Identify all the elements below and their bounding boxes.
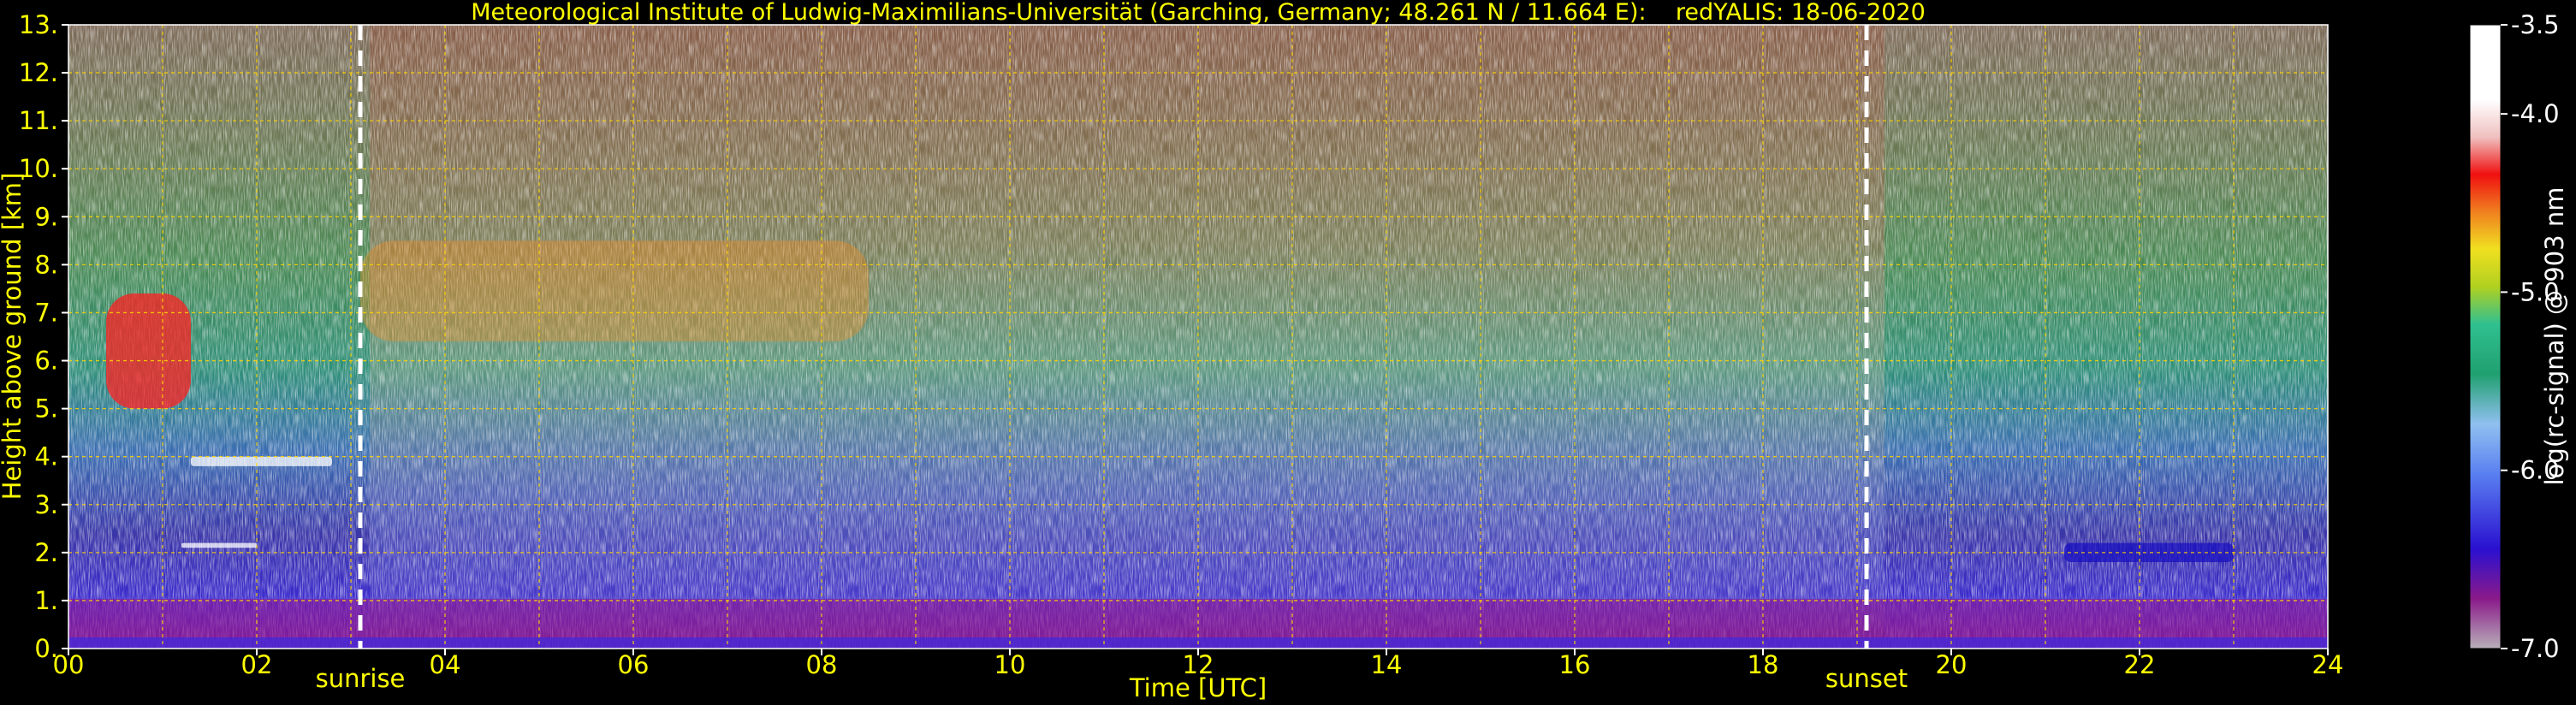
colorbar-label: log(rc-signal) @ 903 nm <box>2540 187 2569 486</box>
x-tick-label: 20 <box>1936 650 1968 679</box>
colorbar-tick-label: -4.0 <box>2511 99 2560 128</box>
x-tick-label: 16 <box>1559 650 1591 679</box>
cloud-feature <box>106 293 191 409</box>
x-tick-label: 00 <box>53 650 85 679</box>
x-axis-label: Time [UTC] <box>1129 673 1267 702</box>
cloud-feature <box>191 456 332 466</box>
chart-title: Meteorological Institute of Ludwig-Maxim… <box>471 0 1926 26</box>
event-label-sunrise: sunrise <box>316 664 406 693</box>
y-tick-label: 11. <box>19 106 58 135</box>
x-tick-label: 14 <box>1371 650 1403 679</box>
x-tick-label: 08 <box>806 650 838 679</box>
y-tick-label: 1. <box>34 586 58 615</box>
y-axis-label: Height above ground [km] <box>0 173 27 501</box>
y-tick-label: 3. <box>34 490 58 519</box>
x-tick-label: 10 <box>994 650 1026 679</box>
x-tick-label: 18 <box>1748 650 1779 679</box>
colorbar-tick-label: -7.0 <box>2511 634 2560 663</box>
cloud-feature <box>181 542 257 548</box>
event-label-sunset: sunset <box>1825 664 1908 693</box>
y-tick-label: 5. <box>34 394 58 424</box>
x-tick-label: 04 <box>430 650 461 679</box>
y-tick-label: 7. <box>34 298 58 327</box>
cloud-feature <box>360 240 869 342</box>
y-tick-label: 2. <box>34 538 58 567</box>
y-tick-label: 12. <box>19 58 58 87</box>
x-tick-label: 02 <box>241 650 273 679</box>
y-tick-label: 9. <box>34 202 58 231</box>
y-tick-label: 13. <box>19 10 58 39</box>
y-tick-label: 6. <box>34 347 58 376</box>
x-tick-label: 06 <box>618 650 650 679</box>
colorbar-gradient <box>2469 24 2502 649</box>
lidar-figure: sunrise sunset 0.1.2.3.4.5.6.7.8.9.10.11.… <box>0 0 2569 702</box>
y-tick-label: 4. <box>34 442 58 471</box>
colorbar-tick-label: -3.5 <box>2511 10 2560 39</box>
x-tick-label: 24 <box>2312 650 2344 679</box>
y-tick-label: 8. <box>34 250 58 279</box>
colorbar: -3.5-4.0-5.0-6.0-7.0 log(rc-signal) @ 90… <box>2469 10 2569 663</box>
x-tick-label: 22 <box>2124 650 2156 679</box>
